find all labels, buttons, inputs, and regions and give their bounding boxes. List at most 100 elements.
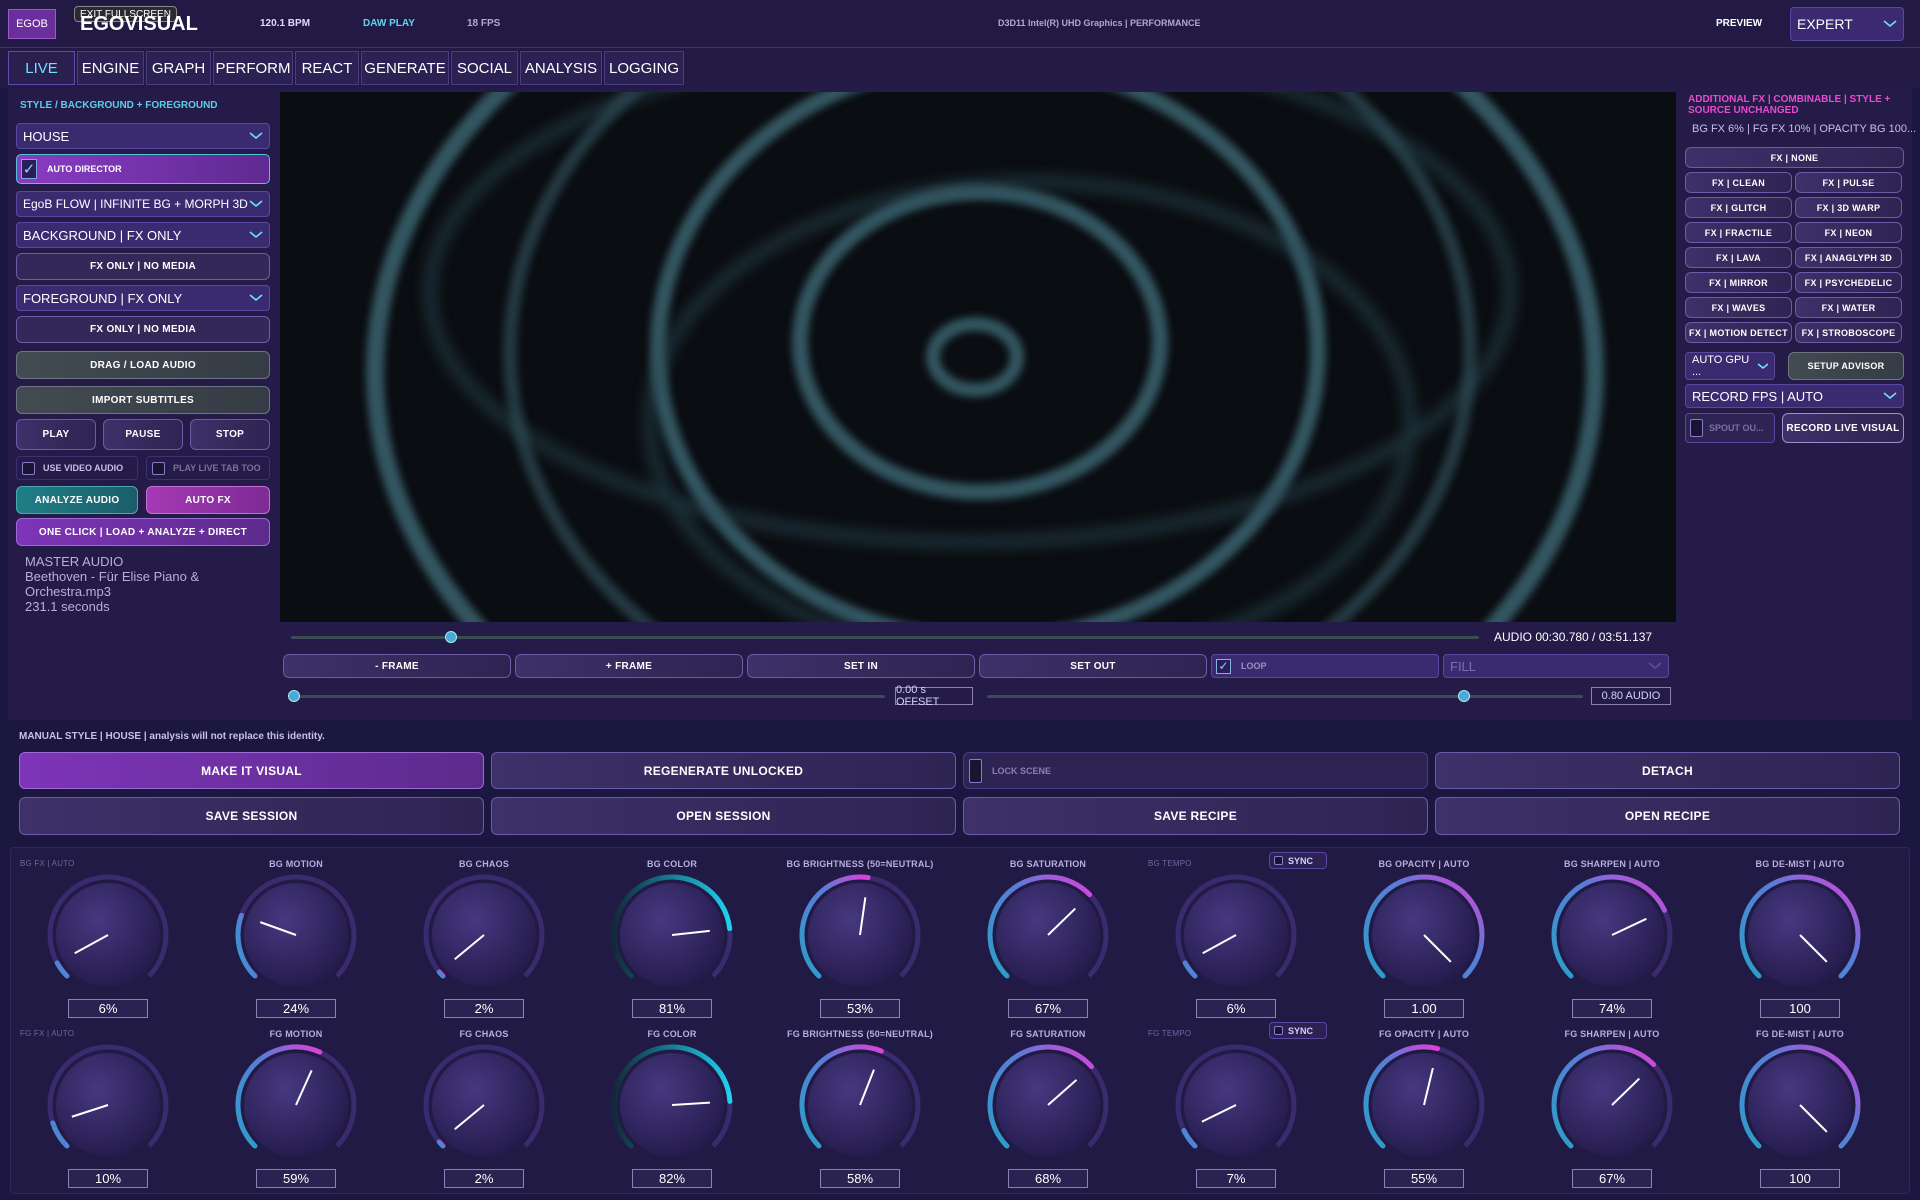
logo-badge[interactable]: EGOB xyxy=(8,9,56,39)
knob-dial[interactable] xyxy=(578,1041,766,1171)
loop-toggle[interactable]: ✓ LOOP xyxy=(1211,654,1439,678)
knob-value[interactable]: 100 xyxy=(1760,999,1840,1018)
knob-value[interactable]: 55% xyxy=(1384,1169,1464,1188)
fx-button-waves[interactable]: FX | WAVES xyxy=(1685,297,1792,318)
knob-value[interactable]: 7% xyxy=(1196,1169,1276,1188)
tempo-sync-toggle[interactable]: SYNC xyxy=(1269,852,1327,869)
knob-fg-color[interactable]: FG COLOR 82% xyxy=(578,1021,766,1189)
knob-dial[interactable] xyxy=(390,871,578,1001)
setup-advisor-button[interactable]: SETUP ADVISOR xyxy=(1788,352,1904,380)
fx-button-stroboscope[interactable]: FX | STROBOSCOPE xyxy=(1795,322,1902,343)
tempo-sync-toggle[interactable]: SYNC xyxy=(1269,1022,1327,1039)
knob-value[interactable]: 68% xyxy=(1008,1169,1088,1188)
knob-fg-brightness-50-neutral[interactable]: FG BRIGHTNESS (50=NEUTRAL) 58% xyxy=(766,1021,954,1189)
knob-dial[interactable] xyxy=(14,1041,202,1171)
knob-bg-de-mist-auto[interactable]: BG DE-MIST | AUTO 100 xyxy=(1706,851,1894,1019)
knob-fg-de-mist-auto[interactable]: FG DE-MIST | AUTO 100 xyxy=(1706,1021,1894,1189)
flow-select[interactable]: EgoB FLOW | INFINITE BG + MORPH 3D xyxy=(16,191,270,217)
knob-value[interactable]: 24% xyxy=(256,999,336,1018)
knob-value[interactable]: 74% xyxy=(1572,999,1652,1018)
knob-bg-opacity-auto[interactable]: BG OPACITY | AUTO 1.00 xyxy=(1330,851,1518,1019)
offset-slider[interactable] xyxy=(294,695,885,698)
tab-logging[interactable]: LOGGING xyxy=(604,51,684,85)
style-select[interactable]: HOUSE xyxy=(16,123,270,149)
open-recipe-button[interactable]: OPEN RECIPE xyxy=(1435,797,1900,835)
set-in-button[interactable]: SET IN xyxy=(747,654,975,678)
tab-social[interactable]: SOCIAL xyxy=(451,51,518,85)
knob-bg-tempo[interactable]: BG TEMPO 6% xyxy=(1142,851,1330,1019)
knob-dial[interactable] xyxy=(202,871,390,1001)
visual-preview[interactable] xyxy=(280,92,1676,622)
play-button[interactable]: PLAY xyxy=(16,419,96,450)
knob-fg-tempo[interactable]: FG TEMPO 7% xyxy=(1142,1021,1330,1189)
tab-generate[interactable]: GENERATE xyxy=(361,51,449,85)
tab-engine[interactable]: ENGINE xyxy=(77,51,144,85)
audio-level-slider[interactable] xyxy=(987,695,1583,698)
knob-dial[interactable] xyxy=(202,1041,390,1171)
record-fps-select[interactable]: RECORD FPS | AUTO xyxy=(1685,384,1904,408)
make-it-visual-button[interactable]: MAKE IT VISUAL xyxy=(19,752,484,789)
minus-frame-button[interactable]: - FRAME xyxy=(283,654,511,678)
knob-dial[interactable] xyxy=(1330,1041,1518,1171)
knob-dial[interactable] xyxy=(766,871,954,1001)
sync-checkbox[interactable] xyxy=(1274,856,1283,865)
sync-checkbox[interactable] xyxy=(1274,1026,1283,1035)
save-recipe-button[interactable]: SAVE RECIPE xyxy=(963,797,1428,835)
pause-button[interactable]: PAUSE xyxy=(103,419,183,450)
regenerate-unlocked-button[interactable]: REGENERATE UNLOCKED xyxy=(491,752,956,789)
knob-bg-sharpen-auto[interactable]: BG SHARPEN | AUTO 74% xyxy=(1518,851,1706,1019)
record-live-visual-button[interactable]: RECORD LIVE VISUAL xyxy=(1782,413,1904,443)
set-out-button[interactable]: SET OUT xyxy=(979,654,1207,678)
knob-dial[interactable] xyxy=(1142,871,1330,1001)
knob-value[interactable]: 10% xyxy=(68,1169,148,1188)
fx-button-neon[interactable]: FX | NEON xyxy=(1795,222,1902,243)
bg-media-button[interactable]: FX ONLY | NO MEDIA xyxy=(16,253,270,280)
fx-button-glitch[interactable]: FX | GLITCH xyxy=(1685,197,1792,218)
tab-live[interactable]: LIVE xyxy=(8,51,75,85)
load-audio-button[interactable]: DRAG / LOAD AUDIO xyxy=(16,351,270,379)
gpu-select[interactable]: AUTO GPU ... xyxy=(1685,352,1775,380)
knob-value[interactable]: 100 xyxy=(1760,1169,1840,1188)
play-live-tab-checkbox[interactable] xyxy=(152,461,165,475)
open-session-button[interactable]: OPEN SESSION xyxy=(491,797,956,835)
knob-bg-color[interactable]: BG COLOR 81% xyxy=(578,851,766,1019)
fx-button-water[interactable]: FX | WATER xyxy=(1795,297,1902,318)
knob-dial[interactable] xyxy=(954,1041,1142,1171)
knob-value[interactable]: 2% xyxy=(444,999,524,1018)
knob-value[interactable]: 2% xyxy=(444,1169,524,1188)
stop-button[interactable]: STOP xyxy=(190,419,270,450)
knob-dial[interactable] xyxy=(578,871,766,1001)
knob-value[interactable]: 81% xyxy=(632,999,712,1018)
save-session-button[interactable]: SAVE SESSION xyxy=(19,797,484,835)
fx-button-clean[interactable]: FX | CLEAN xyxy=(1685,172,1792,193)
knob-bg-motion[interactable]: BG MOTION 24% xyxy=(202,851,390,1019)
fx-button-fractile[interactable]: FX | FRACTILE xyxy=(1685,222,1792,243)
knob-bg-chaos[interactable]: BG CHAOS 2% xyxy=(390,851,578,1019)
one-click-button[interactable]: ONE CLICK | LOAD + ANALYZE + DIRECT xyxy=(16,518,270,546)
loop-checkbox[interactable]: ✓ xyxy=(1216,658,1231,674)
knob-dial[interactable] xyxy=(1142,1041,1330,1171)
fx-button-anaglyph-3d[interactable]: FX | ANAGLYPH 3D xyxy=(1795,247,1902,268)
fg-media-button[interactable]: FX ONLY | NO MEDIA xyxy=(16,316,270,343)
tab-react[interactable]: REACT xyxy=(295,51,359,85)
fx-button-pulse[interactable]: FX | PULSE xyxy=(1795,172,1902,193)
play-live-tab-toggle[interactable]: PLAY LIVE TAB TOO xyxy=(146,456,270,480)
knob-dial[interactable] xyxy=(1518,1041,1706,1171)
foreground-select[interactable]: FOREGROUND | FX ONLY xyxy=(16,285,270,311)
fill-select[interactable]: FILL xyxy=(1443,654,1669,678)
knob-bg-fx-auto[interactable]: BG FX | AUTO 6% xyxy=(14,851,202,1019)
knob-dial[interactable] xyxy=(1706,1041,1894,1171)
fx-button-motion-detect[interactable]: FX | MOTION DETECT xyxy=(1685,322,1792,343)
tab-perform[interactable]: PERFORM xyxy=(213,51,293,85)
knob-value[interactable]: 58% xyxy=(820,1169,900,1188)
tab-graph[interactable]: GRAPH xyxy=(146,51,211,85)
knob-dial[interactable] xyxy=(766,1041,954,1171)
knob-fg-fx-auto[interactable]: FG FX | AUTO 10% xyxy=(14,1021,202,1189)
knob-fg-motion[interactable]: FG MOTION 59% xyxy=(202,1021,390,1189)
auto-director-toggle[interactable]: ✓ AUTO DIRECTOR xyxy=(16,154,270,184)
fx-button-psychedelic[interactable]: FX | PSYCHEDELIC xyxy=(1795,272,1902,293)
knob-dial[interactable] xyxy=(1330,871,1518,1001)
knob-bg-saturation[interactable]: BG SATURATION 67% xyxy=(954,851,1142,1019)
fx-button-lava[interactable]: FX | LAVA xyxy=(1685,247,1792,268)
plus-frame-button[interactable]: + FRAME xyxy=(515,654,743,678)
